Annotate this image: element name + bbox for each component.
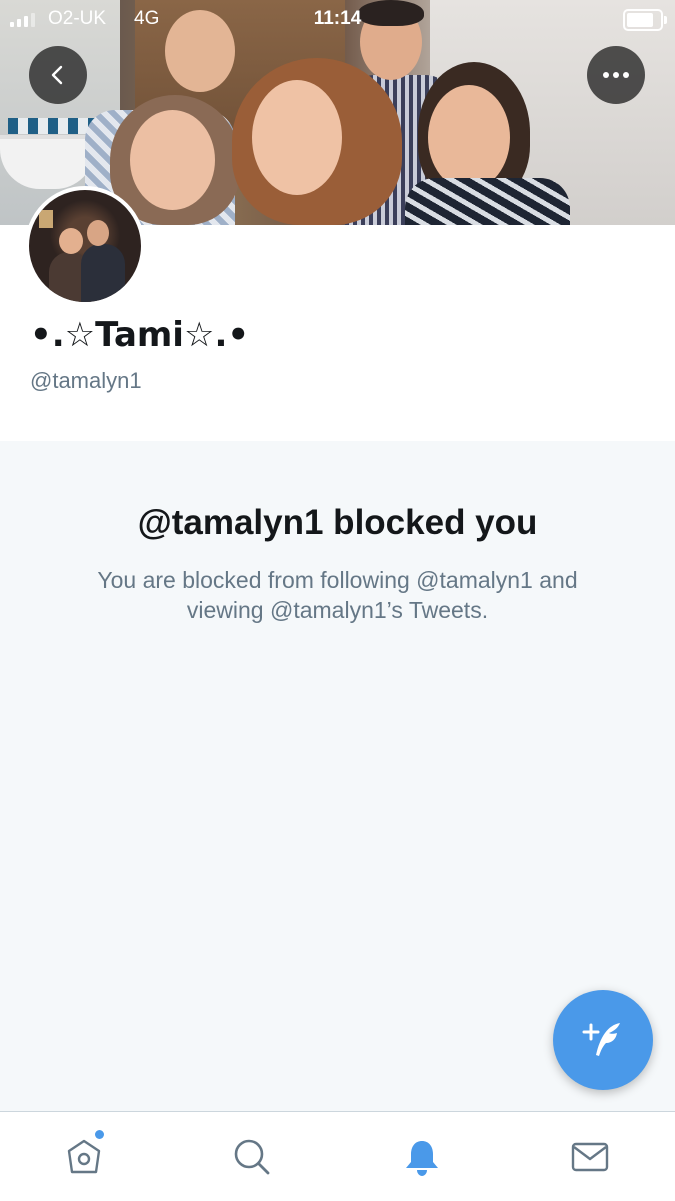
mail-icon xyxy=(571,1142,609,1171)
tab-messages[interactable] xyxy=(506,1112,674,1201)
ellipsis-icon xyxy=(603,72,629,78)
tab-home[interactable] xyxy=(0,1112,168,1201)
more-options-button[interactable] xyxy=(587,46,645,104)
status-time: 11:14 xyxy=(313,8,362,29)
battery-icon xyxy=(623,9,667,31)
home-notification-dot xyxy=(95,1130,104,1139)
profile-handle: @tamalyn1 xyxy=(30,368,142,393)
status-bar: O2-UK 4G 11:14 xyxy=(0,0,675,40)
search-icon xyxy=(234,1139,270,1174)
bell-icon xyxy=(406,1140,438,1176)
profile-display-name: •.☆Tami☆.• xyxy=(30,315,250,355)
chevron-left-icon xyxy=(51,65,63,85)
tab-notifications[interactable] xyxy=(338,1112,506,1201)
tab-bar xyxy=(0,1111,675,1201)
compose-tweet-icon xyxy=(582,1023,620,1056)
tab-search[interactable] xyxy=(168,1112,336,1201)
blocked-title: @tamalyn1 blocked you xyxy=(137,503,538,542)
compose-tweet-button[interactable] xyxy=(553,990,653,1090)
back-button[interactable] xyxy=(29,46,87,104)
blocked-message: You are blocked from following @tamalyn1… xyxy=(97,567,578,623)
avatar[interactable] xyxy=(25,186,145,306)
home-icon xyxy=(67,1139,101,1173)
